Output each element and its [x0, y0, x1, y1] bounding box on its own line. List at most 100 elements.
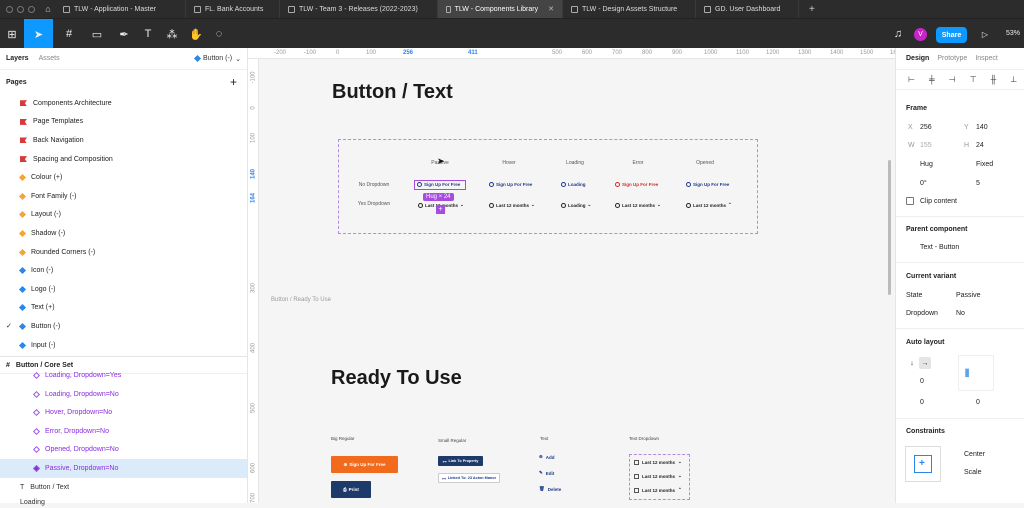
canvas[interactable]: Button / Text Passive Hover Loading Erro…	[259, 59, 895, 503]
comment-tool-icon[interactable]: ◌	[209, 19, 229, 49]
shape-tool-icon[interactable]: ▭	[84, 19, 110, 49]
button-loading-yes[interactable]: Loading ⌄	[561, 202, 591, 208]
align-bottom-icon[interactable]: ⊥	[1010, 75, 1017, 84]
zoom-level[interactable]: 53%	[1006, 30, 1020, 37]
close-tab-icon[interactable]: ✕	[548, 5, 554, 13]
page-selector[interactable]: Button (-) ⌄	[193, 54, 241, 63]
add-page-icon[interactable]: +	[230, 75, 237, 89]
new-tab-icon[interactable]: +	[799, 4, 825, 15]
resources-icon[interactable]: ⁂	[162, 19, 182, 49]
align-center-v-icon[interactable]: ╫	[991, 75, 997, 84]
radius-input[interactable]: 5	[976, 180, 980, 187]
tab-application-master[interactable]: TLW - Application - Master	[55, 0, 186, 18]
button-opened-no[interactable]: Sign Up For Free	[686, 182, 729, 187]
text-edit-button[interactable]: ✎ Edit	[539, 470, 554, 476]
tab-components-library[interactable]: TLW - Components Library ✕	[438, 0, 563, 18]
page-item[interactable]: Layout (-)	[0, 206, 247, 225]
layer-loading[interactable]: Loading	[0, 496, 247, 508]
page-item[interactable]: Icon (-)	[0, 261, 247, 280]
text-add-button[interactable]: ⊕ Add	[539, 454, 555, 460]
direction-vertical-icon[interactable]: ↓	[906, 357, 918, 369]
layer-item[interactable]: Loading, Dropdown=No	[0, 385, 247, 404]
main-menu-icon[interactable]: ⊞	[0, 19, 24, 49]
move-tool-icon[interactable]: ➤	[24, 19, 53, 49]
layer-item[interactable]: Hover, Dropdown=No	[0, 404, 247, 423]
page-item[interactable]: Back Navigation	[0, 131, 247, 150]
button-hover-no[interactable]: Sign Up For Free	[489, 182, 532, 187]
parent-component-link[interactable]: Text - Button	[920, 244, 959, 251]
layer-item[interactable]: Passive, Dropdown=No	[0, 459, 247, 478]
tab-design-assets[interactable]: TLW - Design Assets Structure	[563, 0, 696, 18]
tab-inspect[interactable]: Inspect	[975, 55, 998, 62]
minimize-window-icon[interactable]	[17, 5, 24, 13]
button-opened-yes[interactable]: Last 12 months ⌃	[686, 202, 732, 208]
dropdown-item[interactable]: Last 12 months ⌄	[634, 459, 682, 465]
page-item[interactable]: ✓ Button (-)	[0, 317, 247, 336]
big-print-button[interactable]: ⎙ Print	[331, 481, 371, 498]
frame-tool-icon[interactable]: #	[55, 19, 83, 49]
tab-layers[interactable]: Layers	[6, 55, 29, 62]
tab-bank-accounts[interactable]: FL. Bank Accounts	[186, 0, 280, 18]
page-item[interactable]: Font Family (-)	[0, 187, 247, 206]
height-sizing-select[interactable]: Fixed	[976, 161, 993, 168]
dropdown-item[interactable]: Last 12 months ⌄	[634, 473, 682, 479]
layer-item[interactable]: Loading, Dropdown=Yes	[0, 366, 247, 385]
page-item[interactable]: Colour (+)	[0, 168, 247, 187]
page-item[interactable]: Rounded Corners (-)	[0, 243, 247, 262]
layer-button-text[interactable]: T Button / Text	[0, 478, 247, 497]
hand-tool-icon[interactable]: ✋	[186, 19, 206, 49]
ready-frame-label[interactable]: Button / Ready To Use	[271, 297, 331, 303]
headphones-icon[interactable]: ♫	[890, 19, 906, 49]
text-tool-icon[interactable]: T	[138, 19, 158, 49]
w-input[interactable]: 155	[920, 142, 932, 149]
y-input[interactable]: 140	[976, 124, 988, 131]
small-link-button[interactable]: ⊶ Link To Property	[438, 456, 483, 466]
h-input[interactable]: 24	[976, 142, 984, 149]
dropdown-select[interactable]: No	[956, 310, 965, 317]
page-item[interactable]: Page Templates	[0, 113, 247, 132]
layer-item[interactable]: Opened, Dropdown=No	[0, 441, 247, 460]
canvas-scrollbar[interactable]	[888, 160, 891, 295]
button-loading-no[interactable]: Loading	[561, 182, 586, 187]
text-delete-button[interactable]: 🗑 Delete	[539, 486, 561, 492]
present-icon[interactable]: ▷	[978, 19, 992, 49]
constraint-horizontal-select[interactable]: Center	[964, 451, 985, 458]
button-hover-yes[interactable]: Last 12 months ⌄	[489, 202, 535, 208]
maximize-window-icon[interactable]	[28, 5, 35, 13]
tab-team3-releases[interactable]: TLW - Team 3 - Releases (2022-2023)	[280, 0, 438, 18]
x-input[interactable]: 256	[920, 124, 932, 131]
constraint-vertical-select[interactable]: Scale	[964, 469, 982, 476]
align-right-icon[interactable]: ⊣	[949, 75, 956, 84]
big-signup-button[interactable]: ⊕ Sign Up For Free	[331, 456, 398, 473]
gap-input[interactable]: 0	[920, 378, 924, 385]
page-item[interactable]: Text (+)	[0, 299, 247, 318]
align-left-icon[interactable]: ⊢	[908, 75, 915, 84]
tab-user-dashboard[interactable]: GD. User Dashboard	[696, 0, 799, 18]
selection-box[interactable]	[414, 180, 466, 190]
close-window-icon[interactable]	[6, 5, 13, 13]
pen-tool-icon[interactable]: ✒	[111, 19, 137, 49]
tab-prototype[interactable]: Prototype	[937, 55, 967, 62]
page-item[interactable]: Components Architecture	[0, 94, 247, 113]
home-icon[interactable]: ⌂	[41, 4, 55, 14]
page-item[interactable]: Shadow (-)	[0, 224, 247, 243]
layer-item[interactable]: Error, Dropdown=No	[0, 422, 247, 441]
direction-horizontal-icon[interactable]: →	[919, 357, 931, 369]
dropdown-item[interactable]: Last 12 months ⌃	[634, 487, 682, 493]
padding-h-input[interactable]: 0	[920, 399, 924, 406]
page-item[interactable]: Logo (-)	[0, 280, 247, 299]
rotation-input[interactable]: 0°	[920, 180, 927, 187]
share-button[interactable]: Share	[936, 27, 967, 43]
small-linked-button[interactable]: ⊶ Linked To: 23 Acton Manor	[438, 473, 500, 483]
width-sizing-select[interactable]: Hug	[920, 161, 933, 168]
padding-v-input[interactable]: 0	[976, 399, 980, 406]
clip-content-checkbox[interactable]	[906, 197, 914, 205]
button-error-yes[interactable]: Last 12 months ⌄	[615, 202, 661, 208]
align-top-icon[interactable]: ⊤	[970, 75, 977, 84]
avatar[interactable]: V	[914, 28, 927, 41]
tab-assets[interactable]: Assets	[39, 55, 60, 62]
state-select[interactable]: Passive	[956, 292, 981, 299]
alignment-grid[interactable]: ⫼	[958, 355, 994, 391]
page-item[interactable]: Spacing and Composition	[0, 150, 247, 169]
page-item[interactable]: Input (-)	[0, 336, 247, 355]
